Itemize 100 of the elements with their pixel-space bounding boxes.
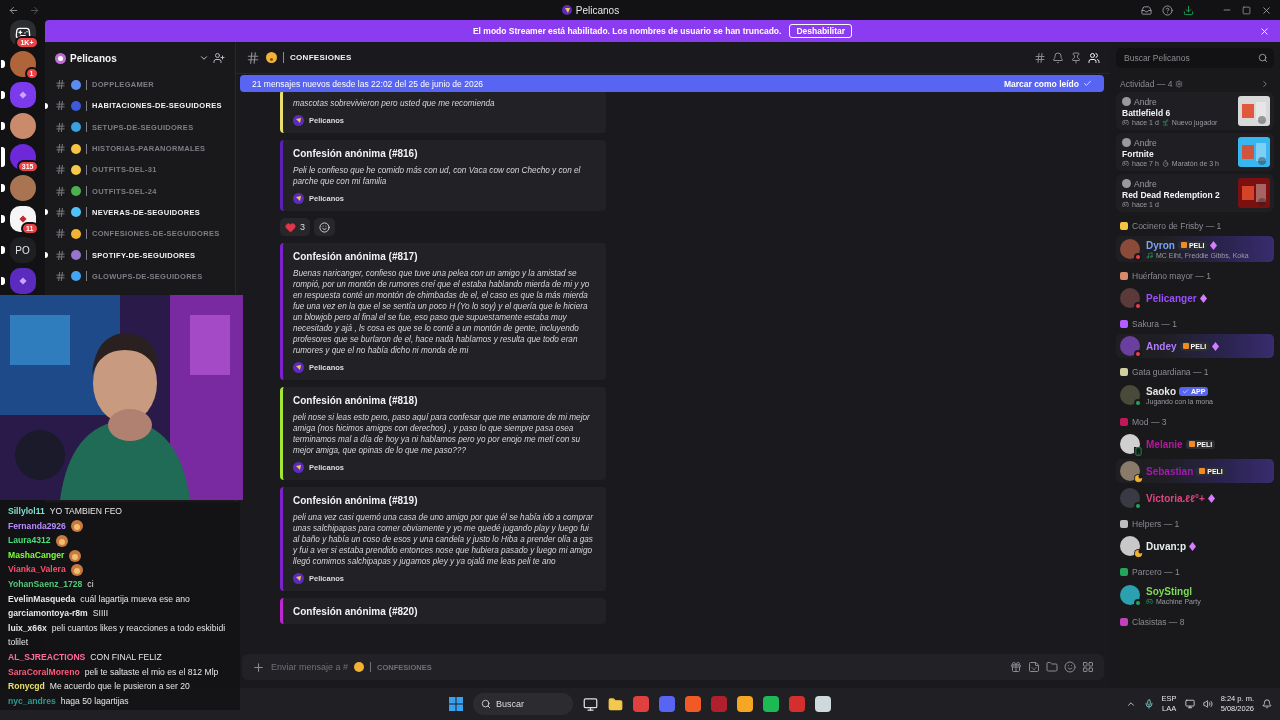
hash-icon	[55, 185, 66, 197]
members-icon[interactable]	[1088, 51, 1100, 64]
avatar	[1122, 138, 1131, 147]
channel-emoji-icon	[71, 122, 81, 133]
avatar	[1120, 434, 1140, 454]
role-icon	[1120, 320, 1128, 328]
heart-reaction[interactable]: 3	[280, 218, 310, 236]
volume-icon[interactable]	[1202, 699, 1213, 709]
mark-read-button[interactable]: Marcar como leído	[1003, 78, 1092, 89]
notification-icon[interactable]	[1262, 699, 1272, 709]
chevron-right-icon[interactable]	[1260, 79, 1270, 89]
embed-text: Buenas naricanger, confieso que tuve una pelea con un amigo y la amistad se rompió, por un montón de rumores creí que el estaba hablando mierda de mi y yo en respuesta conté un montón de chimbadas de el, el caso es que la más mierda fue una vez en la que el se sentía un poco H (Yo lo soy) y el quería que le hiciera un blowjob pero al final el se fue, eso paso que supuestamente estaba muy necesitado y ajá , ls cosa es que se lo conté a un montón de gente, incluyendo profesores que se burlaron de el, hace nada hablamos y resulta que todo eran rumores y que el no había dicho ni monda de mi	[293, 268, 591, 356]
member-row[interactable]: Duvan:p	[1116, 534, 1274, 558]
network-icon[interactable]	[1184, 699, 1195, 709]
role-heading: Parcero — 1	[1132, 567, 1180, 577]
chat-message: luix_x66x peli cuantos likes y reacciones a todo eskibidi tolilet	[8, 621, 227, 650]
gamepad-icon	[1146, 597, 1153, 605]
embed-text: Peli le confieso que he comido más con ud, con Vaca cow con Checho y con el parche que con mi familia	[293, 165, 582, 187]
help-icon[interactable]	[1162, 4, 1173, 16]
member-row[interactable]: Victoria.ℓℓ°+	[1116, 486, 1274, 510]
embed-title: Confesión anónima (#818)	[293, 395, 419, 406]
app-icon[interactable]	[737, 696, 753, 712]
member-name: Andey	[1146, 340, 1177, 352]
app-icon[interactable]	[763, 696, 779, 712]
avatar	[1120, 488, 1140, 508]
check-icon	[1083, 79, 1092, 88]
emoji-icon	[266, 52, 277, 63]
avatar	[1120, 536, 1140, 556]
inbox-icon[interactable]	[1141, 4, 1152, 16]
chevron-up-icon[interactable]	[1125, 699, 1136, 709]
invite-icon[interactable]	[213, 52, 225, 64]
role-heading: Mod — 3	[1132, 417, 1167, 427]
logo-icon	[17, 90, 28, 100]
music-icon	[1146, 251, 1153, 259]
hash-icon	[55, 79, 66, 91]
role-heading: Huérfano mayor — 1	[1132, 271, 1211, 281]
logo-icon	[17, 276, 28, 286]
chat-message: AL_SJREACTIONS CON FINAL FELIZ	[8, 650, 163, 664]
game-title: Battlefield 6	[1122, 107, 1172, 118]
app-icon[interactable]	[685, 696, 701, 712]
hash-icon	[55, 249, 66, 261]
search-field[interactable]: Buscar Pelicanos	[1116, 48, 1274, 68]
server-icon[interactable]	[9, 82, 36, 108]
role-icon	[1120, 368, 1128, 376]
app-icon[interactable]	[789, 696, 805, 712]
task-view-icon[interactable]	[583, 696, 598, 712]
search-input[interactable]: Buscar Pelicanos	[1122, 52, 1258, 64]
role-heading: Sakura — 1	[1132, 319, 1177, 329]
maximize-icon[interactable]	[1242, 5, 1251, 15]
fox-icon	[1199, 468, 1206, 474]
emoji-icon	[354, 662, 365, 672]
plus-icon[interactable]	[252, 660, 265, 674]
banner-text: El modo Streamer está habilitado. Los nombres de usuario se han truncado.	[472, 26, 782, 36]
member-name: Pelicanger	[1146, 292, 1197, 304]
composer-prompt: Enviar mensaje a #	[271, 662, 349, 672]
gamepad-icon	[1122, 118, 1129, 126]
add-reaction-button[interactable]	[314, 218, 335, 236]
folder-icon[interactable]	[608, 696, 623, 712]
threads-icon[interactable]	[1034, 51, 1046, 64]
close-icon[interactable]	[1259, 25, 1270, 37]
server-icon[interactable]	[9, 206, 36, 232]
app-icon[interactable]	[633, 696, 649, 712]
download-icon[interactable]	[1183, 4, 1194, 16]
start-icon[interactable]	[449, 697, 463, 711]
emoji-icon[interactable]	[1064, 661, 1076, 673]
embed-text: peli una vez casi quemó una casa de uno amigo por que él se había ido a comprar unas salchipapas para comer obviamente y yo me quedé jugando play y luego fui al baño y había un coso de esos y una candela y justo lo Hiba a prender olía a gas y fui a ver si estaba prendido entonces nose que hubiera pasado y luego mi amigo llegó comimos salchipapas y jugamos pley y ya ojalá me leas peli te ano	[293, 512, 594, 567]
server-avatar[interactable]	[9, 113, 36, 139]
activity-title: Actividad — 4	[1120, 79, 1173, 89]
pin-icon[interactable]	[1070, 51, 1082, 64]
chat-message: Laura4312	[8, 533, 232, 548]
taskbar-search[interactable]: Buscar	[473, 693, 573, 715]
hash-icon	[55, 270, 66, 282]
app-icon[interactable]	[815, 696, 831, 712]
server-initials[interactable]: PO	[9, 237, 36, 263]
notification-icon[interactable]	[1052, 51, 1064, 64]
chat-message: Sillylol11 YO TAMBIEN FEO	[8, 505, 124, 518]
close-icon[interactable]	[1261, 4, 1272, 16]
role-icon	[1120, 272, 1128, 280]
mic-icon[interactable]	[1143, 699, 1154, 709]
embed-title: Confesión anónima (#820)	[293, 606, 419, 617]
gift-icon[interactable]	[1010, 661, 1022, 673]
channel-emoji-icon	[71, 228, 81, 239]
settings-icon[interactable]	[1175, 80, 1184, 88]
hash-icon	[55, 100, 66, 112]
chat-message: MashaCanger	[8, 547, 232, 563]
embed-text: mascotas sobrevivieron pero usted que me recomienda	[293, 98, 496, 109]
server-icon[interactable]	[9, 268, 36, 294]
chevron-down-icon[interactable]	[199, 53, 209, 63]
avatar	[1122, 97, 1131, 106]
server-avatar[interactable]	[9, 144, 36, 170]
disable-button[interactable]: Deshabilitar	[789, 24, 853, 38]
app-icon[interactable]	[659, 696, 675, 712]
bot-avatar-icon	[293, 362, 304, 373]
channel-emoji-icon	[71, 250, 81, 260]
server-name[interactable]: Pelicanos	[70, 52, 195, 64]
member-row[interactable]: Pelicanger	[1116, 286, 1274, 310]
apps-icon[interactable]	[1082, 661, 1094, 673]
chat-message: nyc_andres haga 50 lagartijas	[8, 694, 130, 708]
back-icon[interactable]	[8, 4, 19, 16]
game-title: Fortnite	[1122, 148, 1155, 159]
